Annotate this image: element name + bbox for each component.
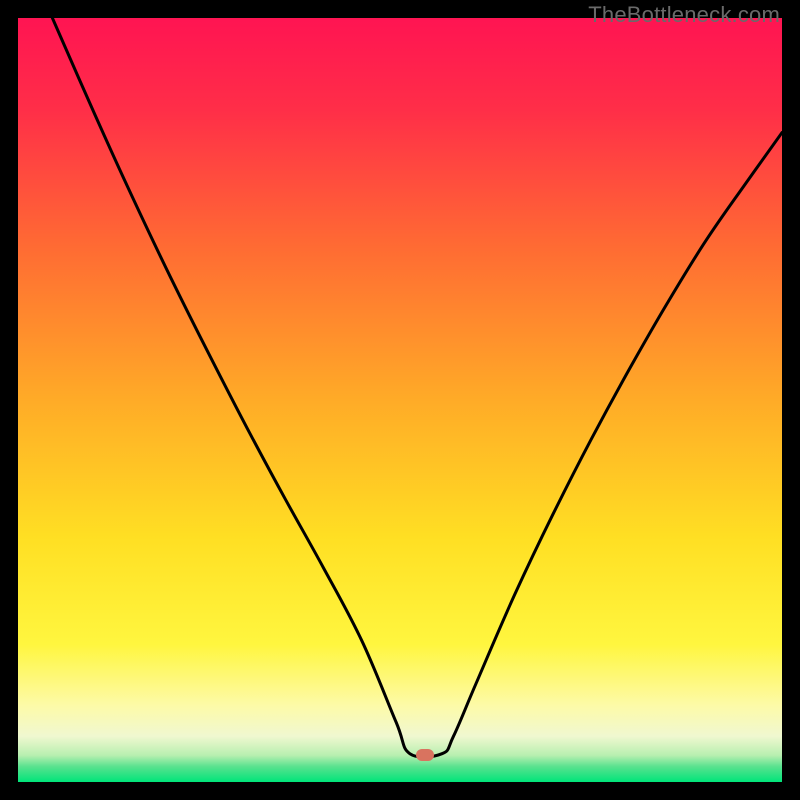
chart-svg bbox=[18, 18, 782, 782]
chart-frame bbox=[18, 18, 782, 782]
optimum-marker bbox=[416, 749, 434, 761]
watermark-text: TheBottleneck.com bbox=[588, 2, 780, 28]
gradient-background bbox=[18, 18, 782, 782]
